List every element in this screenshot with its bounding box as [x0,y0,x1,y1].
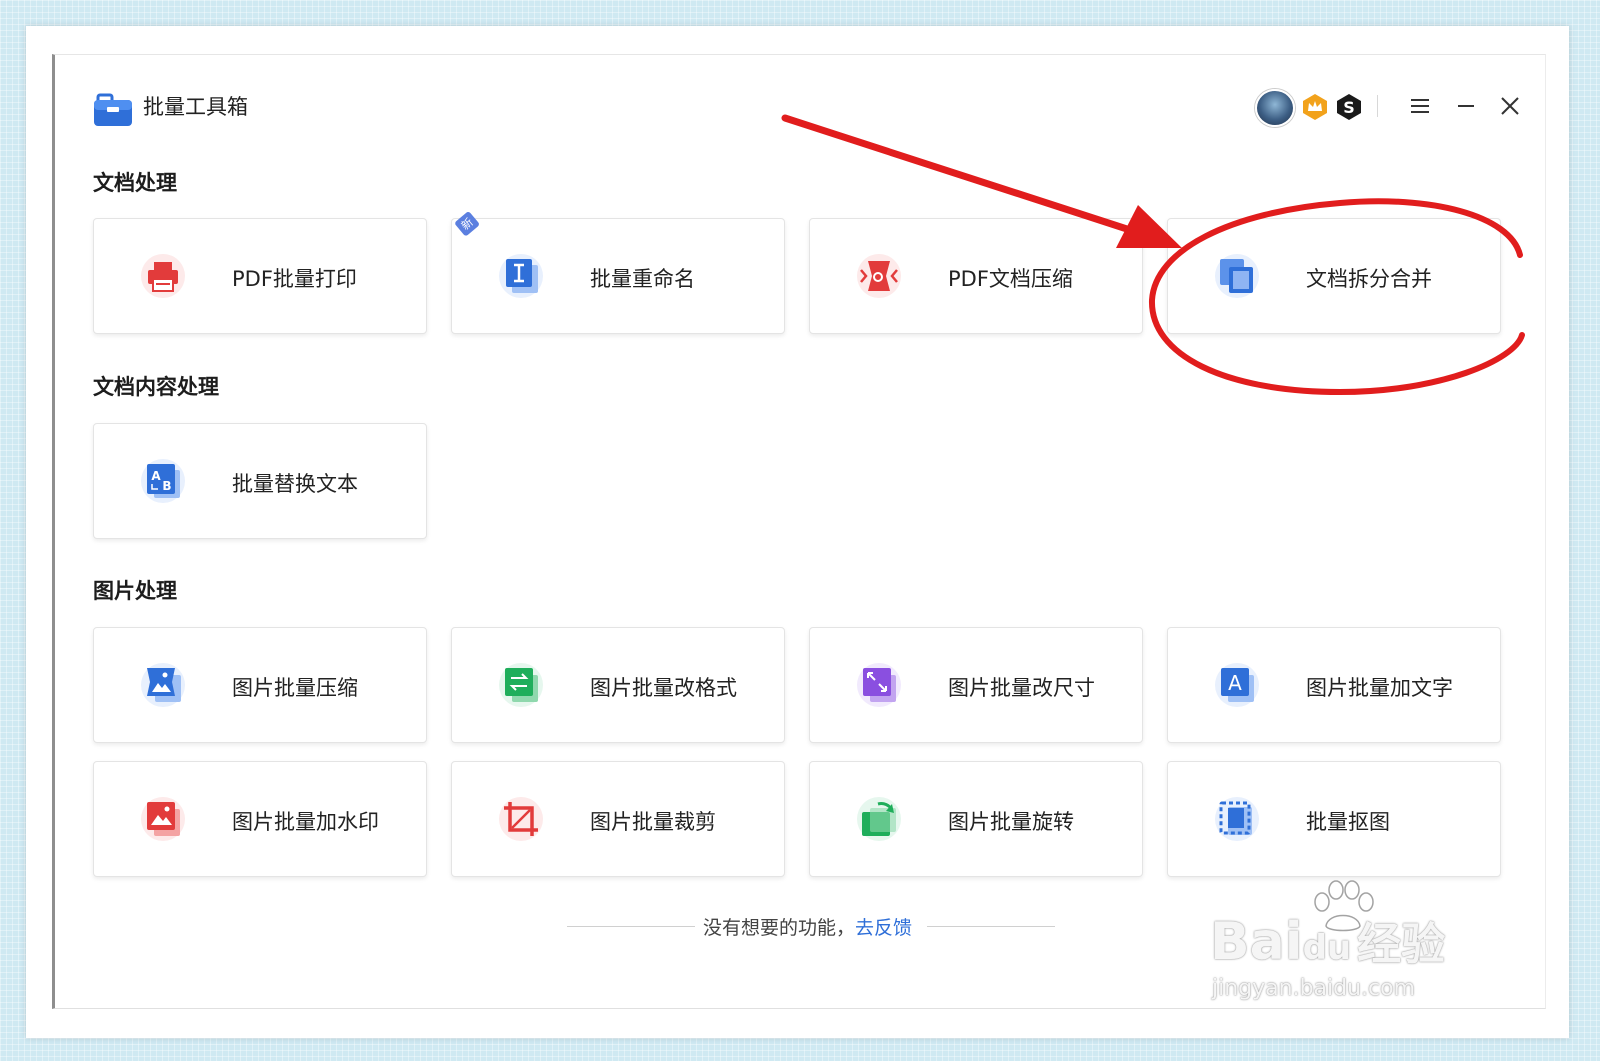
cutout-icon [1215,797,1259,841]
tool-label: PDF文档压缩 [948,267,1073,291]
compress-pdf-icon [857,254,901,298]
image-compress-icon [141,663,185,707]
feedback-divider-right [927,926,1055,927]
close-icon[interactable] [1495,91,1525,121]
tool-label: 图片批量加水印 [232,810,379,834]
printer-icon [141,254,185,298]
tool-label: 批量抠图 [1306,810,1390,834]
tool-label: 图片批量加文字 [1306,676,1453,700]
feedback-text: 没有想要的功能， [703,917,856,939]
replace-text-icon: A B [141,459,185,503]
image-format-icon [499,663,543,707]
feedback-link[interactable]: 去反馈 [855,917,912,939]
image-crop-icon [499,797,543,841]
tool-replace-text[interactable]: A B 批量替换文本 [93,423,427,539]
tool-image-compress[interactable]: 图片批量压缩 [93,627,427,743]
tool-pdf-print[interactable]: PDF批量打印 [93,218,427,334]
svg-text:A: A [1228,671,1242,695]
s-badge-icon[interactable]: S [1335,93,1363,121]
minimize-icon[interactable] [1451,91,1481,121]
tool-label: 图片批量压缩 [232,676,358,700]
split-merge-icon [1215,254,1259,298]
tool-image-rotate[interactable]: 图片批量旋转 [809,761,1143,877]
section-title-doc: 文档处理 [93,171,177,195]
title-bar: 批量工具箱 S [55,55,1545,165]
rename-icon [499,254,543,298]
new-badge: 新 [454,210,481,237]
tool-batch-rename[interactable]: 新 批量重命名 [451,210,785,334]
user-avatar[interactable] [1255,89,1295,127]
section-title-image: 图片处理 [93,579,177,603]
tool-label: 图片批量改尺寸 [948,676,1095,700]
svg-text:A: A [151,469,161,483]
title-bar-controls: S [1245,85,1545,131]
feedback-prompt: 没有想要的功能，去反馈 [703,913,912,940]
app-window: 批量工具箱 S 文档处理 PDF批量打印 新 批量重命名 PDF文档压缩 文档拆… [52,54,1546,1009]
tool-split-merge[interactable]: 文档拆分合并 [1167,218,1501,334]
section-title-content: 文档内容处理 [93,375,219,399]
vip-crown-icon[interactable] [1301,93,1329,121]
menu-icon[interactable] [1405,91,1435,121]
image-rotate-icon [857,797,901,841]
image-text-icon: A [1215,663,1259,707]
tool-pdf-compress[interactable]: PDF文档压缩 [809,218,1143,334]
tool-cutout[interactable]: 批量抠图 [1167,761,1501,877]
toolbar-divider [1377,95,1378,117]
tool-label: 图片批量旋转 [948,810,1074,834]
image-resize-icon [857,663,901,707]
tool-label: 图片批量改格式 [590,676,737,700]
tool-image-resize[interactable]: 图片批量改尺寸 [809,627,1143,743]
tool-image-text[interactable]: A 图片批量加文字 [1167,627,1501,743]
svg-text:S: S [1343,98,1355,117]
tool-label: 批量重命名 [590,267,695,291]
image-watermark-icon [141,797,185,841]
feedback-divider-left [567,926,695,927]
tool-image-watermark[interactable]: 图片批量加水印 [93,761,427,877]
tool-label: 文档拆分合并 [1306,267,1432,291]
tool-label: 图片批量裁剪 [590,810,716,834]
tool-image-crop[interactable]: 图片批量裁剪 [451,761,785,877]
svg-text:B: B [162,479,171,493]
tool-image-format[interactable]: 图片批量改格式 [451,627,785,743]
tool-label: PDF批量打印 [232,267,357,291]
tool-label: 批量替换文本 [232,472,358,496]
app-title: 批量工具箱 [143,95,248,119]
toolbox-icon [94,93,132,126]
